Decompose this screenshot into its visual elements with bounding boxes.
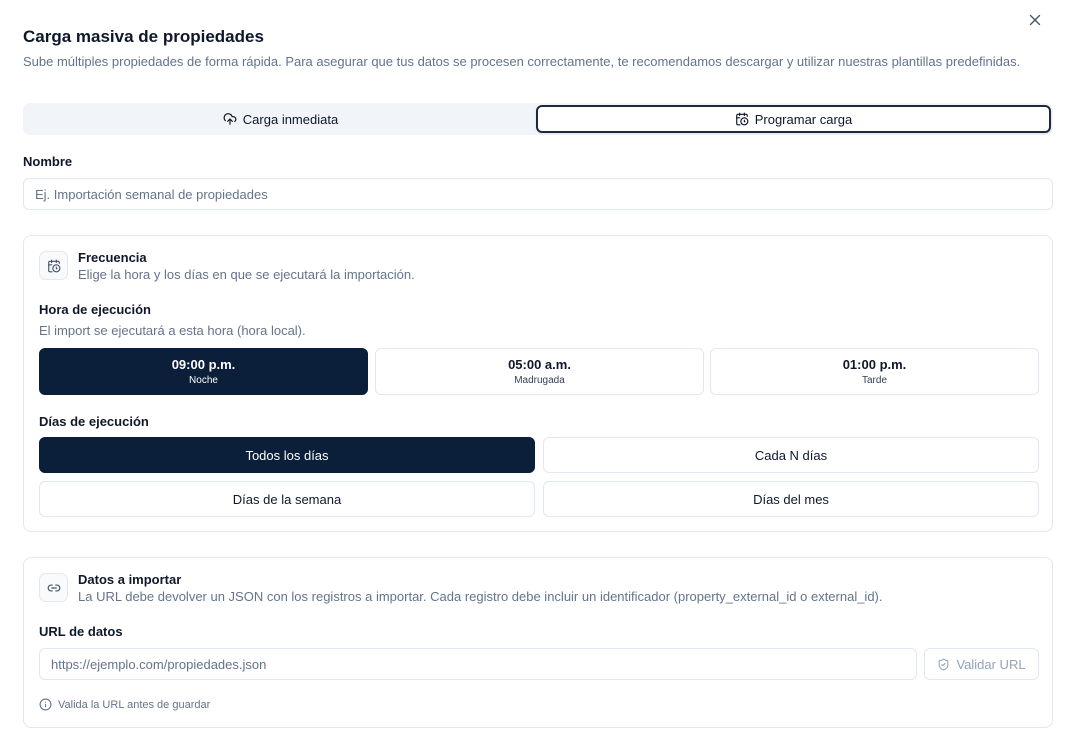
- validate-url-label: Validar URL: [956, 656, 1026, 672]
- time-option-1300[interactable]: 01:00 p.m. Tarde: [710, 348, 1039, 395]
- calendar-clock-icon: [47, 259, 60, 272]
- time-help: El import se ejecutará a esta hora (hora…: [39, 323, 306, 338]
- data-import-description: La URL debe devolver un JSON con los reg…: [78, 589, 883, 604]
- time-value: 09:00 p.m.: [171, 357, 236, 372]
- time-period: Tarde: [861, 375, 887, 386]
- shield-check-icon: [939, 658, 949, 670]
- close-icon: [1029, 14, 1041, 26]
- frequency-card: Frecuencia Elige la hora y los días en q…: [23, 235, 1053, 532]
- url-label: URL de datos: [39, 624, 123, 639]
- tab-carga-inmediata[interactable]: Carga inmediata: [25, 105, 536, 133]
- tab-label: Carga inmediata: [242, 111, 339, 127]
- url-hint: Valida la URL antes de guardar: [39, 698, 210, 711]
- link-icon: [47, 584, 60, 591]
- tab-programar-carga[interactable]: Programar carga: [536, 105, 1051, 133]
- url-input[interactable]: [39, 648, 917, 680]
- data-import-title: Datos a importar: [78, 572, 182, 587]
- calendar-clock-icon: [735, 112, 749, 126]
- info-icon: [39, 698, 52, 711]
- frequency-description: Elige la hora y los días en que se ejecu…: [78, 267, 415, 282]
- close-button[interactable]: [1029, 14, 1045, 30]
- time-option-0500[interactable]: 05:00 a.m. Madrugada: [375, 348, 704, 395]
- frequency-icon-box: [39, 251, 68, 280]
- time-period: Madrugada: [514, 375, 565, 386]
- days-label: Días de ejecución: [39, 414, 149, 429]
- day-option-todos[interactable]: Todos los días: [39, 437, 535, 473]
- url-hint-text: Valida la URL antes de guardar: [58, 698, 211, 711]
- day-option-mes[interactable]: Días del mes: [543, 481, 1039, 517]
- dialog-title: Carga masiva de propiedades: [23, 27, 264, 46]
- dialog-subtitle: Sube múltiples propiedades de forma rápi…: [23, 54, 1021, 69]
- time-period: Noche: [189, 375, 218, 386]
- time-value: 01:00 p.m.: [842, 357, 907, 372]
- time-option-2100[interactable]: 09:00 p.m. Noche: [39, 348, 368, 395]
- day-option-cada-n[interactable]: Cada N días: [543, 437, 1039, 473]
- time-value: 05:00 a.m.: [508, 357, 571, 372]
- data-import-icon-box: [39, 573, 68, 602]
- name-input[interactable]: [23, 178, 1053, 210]
- name-label: Nombre: [23, 154, 73, 169]
- cloud-upload-icon: [223, 113, 237, 125]
- tab-label: Programar carga: [754, 111, 853, 127]
- upload-mode-tabs: Carga inmediata Programar carga: [23, 103, 1053, 135]
- time-label: Hora de ejecución: [39, 302, 151, 317]
- data-import-card: Datos a importar La URL debe devolver un…: [23, 557, 1053, 728]
- frequency-title: Frecuencia: [78, 250, 147, 265]
- validate-url-button[interactable]: Validar URL: [924, 648, 1039, 680]
- day-option-semana[interactable]: Días de la semana: [39, 481, 535, 517]
